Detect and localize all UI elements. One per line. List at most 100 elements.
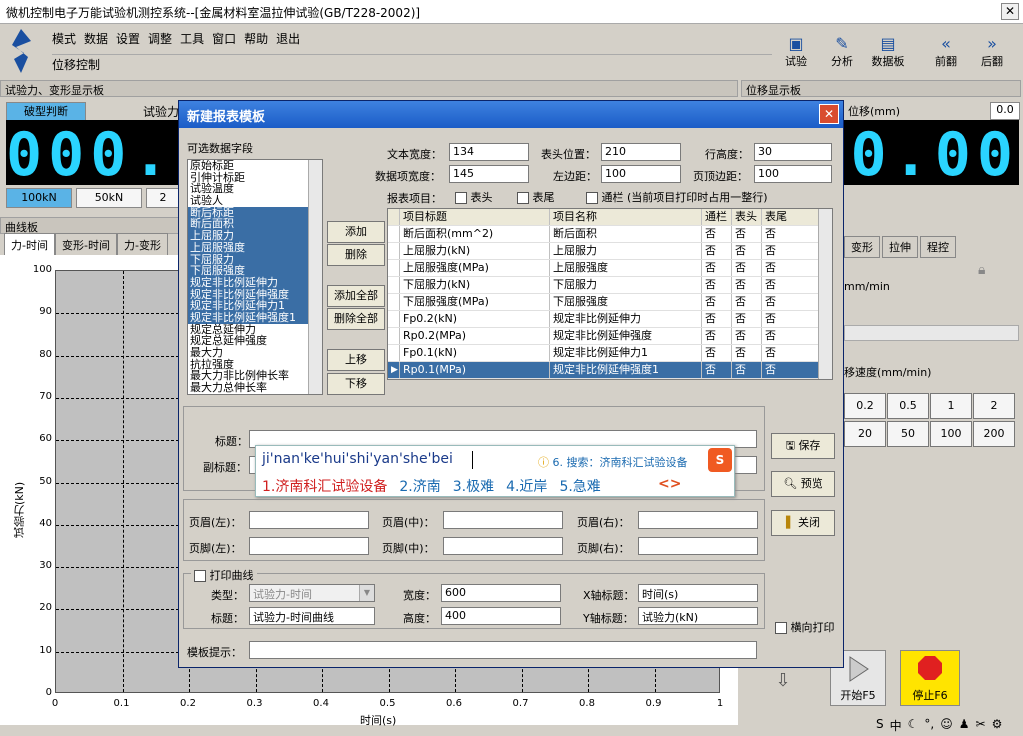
- add-button[interactable]: 添加: [327, 221, 385, 243]
- table-row[interactable]: 上屈服强度(MPa) 上屈服强度否否否: [388, 260, 832, 277]
- tray-icon[interactable]: 中: [890, 717, 902, 736]
- toolbar-button-4[interactable]: » 后翻: [972, 34, 1012, 68]
- ime-candidate[interactable]: 1.济南科汇试验设备: [262, 476, 387, 496]
- full-row-checkbox[interactable]: 通栏 (当前项目打印时占用一整行): [586, 189, 768, 205]
- table-row[interactable]: 断后面积(mm^2) 断后面积否否否: [388, 226, 832, 243]
- header-mid-input[interactable]: [443, 511, 563, 529]
- table-header-cell[interactable]: 通栏: [702, 209, 732, 225]
- table-row[interactable]: Fp0.1(kN) 规定非比例延伸力1 否否否: [388, 345, 832, 362]
- text-width-input[interactable]: 134: [449, 143, 529, 161]
- speed-button[interactable]: 50: [887, 421, 929, 447]
- hint-input[interactable]: [249, 641, 757, 659]
- lock-icon[interactable]: 🔒︎: [978, 262, 985, 278]
- table-row[interactable]: Rp0.2(MPa) 规定非比例延伸强度否否否: [388, 328, 832, 345]
- ime-page-arrows-icon[interactable]: <>: [658, 476, 681, 492]
- toolbar-button-1[interactable]: ✎ 分析: [822, 34, 862, 68]
- field-list-item[interactable]: 试验人: [188, 195, 322, 207]
- toolbar-button-3[interactable]: « 前翻: [926, 34, 966, 68]
- footer-mid-input[interactable]: [443, 537, 563, 555]
- speed-button[interactable]: 0.5: [887, 393, 929, 419]
- ime-candidate[interactable]: 3.极难: [453, 476, 494, 496]
- right-tab[interactable]: 拉伸: [882, 236, 918, 258]
- break-judge-button[interactable]: 破型判断: [6, 102, 86, 122]
- menu-item[interactable]: 设置: [116, 30, 140, 48]
- speed-button[interactable]: 200: [973, 421, 1015, 447]
- field-list-item[interactable]: 最大力总伸长率: [188, 382, 322, 394]
- tray-icon[interactable]: ☺: [940, 717, 953, 736]
- table-scrollbar[interactable]: [818, 209, 832, 379]
- header-pos-input[interactable]: 210: [601, 143, 681, 161]
- table-row[interactable]: ▶ Rp0.1(MPa) 规定非比例延伸强度1 否否否: [388, 362, 832, 379]
- ytitle-input[interactable]: 试验力(kN): [638, 607, 758, 625]
- field-list-item[interactable]: 规定非比例延伸强度1: [188, 312, 322, 324]
- right-tab[interactable]: 程控: [920, 236, 956, 258]
- footer-checkbox-box[interactable]: [517, 192, 529, 204]
- table-row[interactable]: 上屈服力(kN) 上屈服力否否否: [388, 243, 832, 260]
- landscape-checkbox[interactable]: 横向打印: [775, 619, 835, 635]
- toolbar-button-0[interactable]: ▣ 试验: [776, 34, 816, 68]
- curve-tab[interactable]: 力-时间: [4, 233, 55, 257]
- footer-left-input[interactable]: [249, 537, 369, 555]
- speed-button[interactable]: 2: [973, 393, 1015, 419]
- dialog-close-button[interactable]: ✕: [819, 104, 839, 124]
- speed-button[interactable]: 100: [930, 421, 972, 447]
- header-left-input[interactable]: [249, 511, 369, 529]
- table-row[interactable]: 下屈服力(kN) 下屈服力否否否: [388, 277, 832, 294]
- curve-tab[interactable]: 变形-时间: [54, 233, 117, 257]
- tray-icon[interactable]: ☾: [908, 717, 919, 736]
- delete-all-button[interactable]: 删除全部: [327, 308, 385, 330]
- delete-button[interactable]: 删除: [327, 244, 385, 266]
- item-width-input[interactable]: 145: [449, 165, 529, 183]
- tray-icon[interactable]: °,: [924, 717, 934, 736]
- range-button-50kn[interactable]: 50kN: [76, 188, 142, 208]
- menu-item[interactable]: 数据: [84, 30, 108, 48]
- table-header-cell[interactable]: 表头: [732, 209, 762, 225]
- report-items-table[interactable]: 项目标题 项目名称 通栏 表头 表尾 断后面积(mm^2) 断后面积否否否上屈服力(kN) 上…: [387, 208, 833, 380]
- down-arrow-icon[interactable]: ⇩: [768, 670, 798, 698]
- speed-button[interactable]: 0.2: [844, 393, 886, 419]
- curve-title-input[interactable]: 试验力-时间曲线: [249, 607, 375, 625]
- header-right-input[interactable]: [638, 511, 758, 529]
- close-button[interactable]: ▌ 关闭: [771, 510, 835, 536]
- landscape-checkbox-box[interactable]: [775, 622, 787, 634]
- table-header-cell[interactable]: 项目标题: [400, 209, 550, 225]
- table-row[interactable]: 下屈服强度(MPa) 下屈服强度否否否: [388, 294, 832, 311]
- tray-icon[interactable]: ♟: [959, 717, 970, 736]
- range-button-other[interactable]: 2: [146, 188, 180, 208]
- chevron-down-icon[interactable]: ▼: [359, 585, 374, 601]
- range-button-100kn[interactable]: 100kN: [6, 188, 72, 208]
- tray-icon[interactable]: ⚙: [992, 717, 1003, 736]
- add-all-button[interactable]: 添加全部: [327, 285, 385, 307]
- top-margin-input[interactable]: 100: [754, 165, 832, 183]
- field-list-item[interactable]: 原始标距: [188, 160, 322, 172]
- field-list-item[interactable]: 规定非比例延伸力: [188, 277, 322, 289]
- ime-candidate[interactable]: 4.近岸: [506, 476, 547, 496]
- fields-listbox[interactable]: 原始标距 引伸计标距 试验温度 试验人 断后标距 断后面积 上屈服力 上屈服强度 下屈服力 下屈服…: [187, 159, 323, 395]
- curve-tab[interactable]: 力-变形: [116, 233, 168, 257]
- move-down-button[interactable]: 下移: [327, 373, 385, 395]
- footer-checkbox[interactable]: 表尾: [517, 189, 555, 205]
- save-button[interactable]: 🖫︎ 保存: [771, 433, 835, 459]
- tray-icon[interactable]: ✂: [976, 717, 986, 736]
- field-list-item[interactable]: 最大力: [188, 347, 322, 359]
- header-checkbox[interactable]: 表头: [455, 189, 493, 205]
- right-tab[interactable]: 变形: [844, 236, 880, 258]
- table-header-cell[interactable]: 项目名称: [550, 209, 702, 225]
- footer-right-input[interactable]: [638, 537, 758, 555]
- speed-slider[interactable]: [844, 325, 1019, 341]
- header-checkbox-box[interactable]: [455, 192, 467, 204]
- toolbar-button-2[interactable]: ▤ 数据板: [868, 34, 908, 68]
- preview-button[interactable]: 🔍︎ 预览: [771, 471, 835, 497]
- tray-icon[interactable]: S: [876, 717, 884, 736]
- menu-item[interactable]: 工具: [180, 30, 204, 48]
- speed-button[interactable]: 20: [844, 421, 886, 447]
- table-row[interactable]: Fp0.2(kN) 规定非比例延伸力否否否: [388, 311, 832, 328]
- ime-candidate[interactable]: 2.济南: [399, 476, 440, 496]
- menu-item[interactable]: 退出: [276, 30, 300, 48]
- left-margin-input[interactable]: 100: [601, 165, 681, 183]
- type-select[interactable]: 试验力-时间: [249, 584, 375, 602]
- menu-item[interactable]: 窗口: [212, 30, 236, 48]
- height-input[interactable]: 400: [441, 607, 561, 625]
- field-list-item[interactable]: 上屈服强度: [188, 242, 322, 254]
- row-height-input[interactable]: 30: [754, 143, 832, 161]
